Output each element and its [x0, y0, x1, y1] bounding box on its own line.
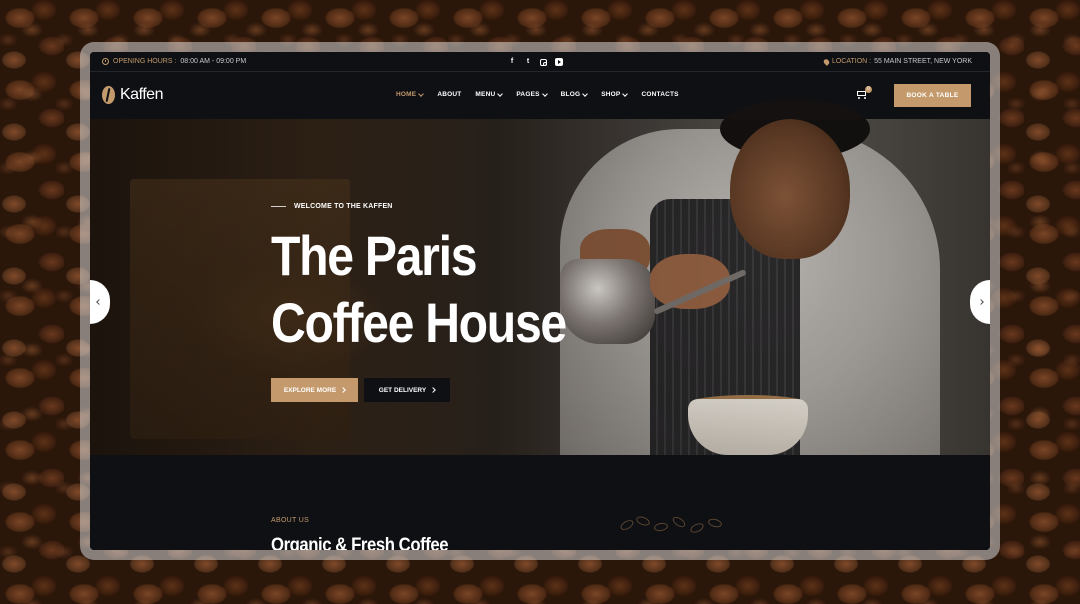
nav-item-contacts[interactable]: CONTACTS [641, 91, 678, 98]
explore-more-label: EXPLORE MORE [283, 386, 337, 394]
opening-hours: OPENING HOURS : 08:00 AM - 09:00 PM [102, 58, 246, 65]
nav-item-label: SHOP [601, 91, 621, 98]
cart-wheel [864, 97, 866, 99]
get-delivery-button[interactable]: GET DELIVERY [364, 378, 450, 402]
hero-title-line1: The Paris [271, 224, 477, 287]
about-kicker: ABOUT US [271, 517, 310, 524]
opening-hours-label: OPENING HOURS : [113, 58, 177, 65]
hero-kicker-text: WELCOME TO THE KAFFEN [294, 203, 393, 210]
hero-title: The Paris Coffee House [271, 222, 567, 356]
website: OPENING HOURS : 08:00 AM - 09:00 PM f t … [90, 52, 990, 550]
location-value: 55 MAIN STREET, NEW YORK [874, 58, 972, 65]
hero-title-line2: Coffee House [271, 291, 567, 354]
hero-buttons: EXPLORE MORE GET DELIVERY [271, 378, 450, 402]
hero-content: WELCOME TO THE KAFFEN The Paris Coffee H… [271, 203, 614, 356]
social-links: f t [508, 58, 563, 66]
leaf-icon [653, 521, 669, 533]
chevron-left-icon [96, 299, 102, 305]
nav-item-blog[interactable]: BLOG [560, 90, 589, 98]
facebook-icon[interactable]: f [508, 58, 516, 66]
nav-item-home[interactable]: HOME [396, 90, 425, 98]
nav-item-label: BLOG [560, 91, 581, 98]
coffee-bean-logo-icon [102, 86, 115, 104]
cart-button[interactable]: 0 [856, 86, 872, 100]
location-pin-icon [822, 57, 831, 66]
nav-item-label: PAGES [516, 91, 540, 98]
leaf-icon [688, 521, 706, 535]
youtube-icon[interactable] [555, 58, 563, 66]
cart-count-badge: 0 [865, 86, 872, 93]
about-section: ABOUT US Organic & Fresh Coffee [90, 455, 990, 550]
leaf-icon [635, 514, 651, 528]
leaf-icon [707, 517, 723, 529]
opening-hours-value: 08:00 AM - 09:00 PM [180, 58, 247, 65]
kicker-line [271, 206, 286, 207]
chevron-down-icon [418, 90, 425, 97]
clock-icon [102, 58, 109, 65]
hero-kicker: WELCOME TO THE KAFFEN [271, 203, 614, 210]
location-label: LOCATION : [831, 58, 872, 65]
coffee-plant-illustration [610, 514, 750, 550]
cart-wheel [858, 97, 860, 99]
nav-item-label: HOME [396, 91, 417, 98]
cart-icon [857, 91, 866, 96]
chevron-down-icon [622, 90, 629, 97]
chevron-down-icon [497, 90, 504, 97]
about-title: Organic & Fresh Coffee [271, 535, 449, 550]
nav-item-about[interactable]: ABOUT [437, 91, 461, 98]
leaf-icon [670, 514, 688, 530]
nav-item-menu[interactable]: MENU [475, 90, 504, 98]
leaf-icon [618, 518, 636, 532]
chevron-right-icon [430, 387, 437, 393]
location: LOCATION : 55 MAIN STREET, NEW YORK [822, 57, 972, 66]
top-bar: OPENING HOURS : 08:00 AM - 09:00 PM f t … [90, 52, 990, 72]
nav-item-shop[interactable]: SHOP [601, 90, 629, 98]
get-delivery-label: GET DELIVERY [378, 386, 427, 394]
hero-slider: WELCOME TO THE KAFFEN The Paris Coffee H… [90, 99, 990, 459]
nav-item-label: ABOUT [437, 91, 462, 98]
chevron-right-icon [340, 387, 347, 393]
nav-item-label: CONTACTS [641, 91, 679, 98]
nav-item-pages[interactable]: PAGES [516, 90, 548, 98]
chevron-down-icon [582, 90, 589, 97]
nav-item-label: MENU [475, 91, 496, 98]
logo[interactable]: Kaffen [102, 86, 163, 104]
nav-menu: HOME ABOUT MENU PAGES BLOG SHOP CONTACTS [396, 90, 679, 98]
explore-more-button[interactable]: EXPLORE MORE [271, 378, 358, 402]
chevron-right-icon [978, 299, 984, 305]
instagram-icon[interactable] [540, 59, 547, 66]
twitter-icon[interactable]: t [524, 58, 532, 66]
book-a-table-button[interactable]: BOOK A TABLE [894, 84, 971, 107]
logo-text: Kaffen [120, 86, 163, 103]
chevron-down-icon [541, 90, 548, 97]
